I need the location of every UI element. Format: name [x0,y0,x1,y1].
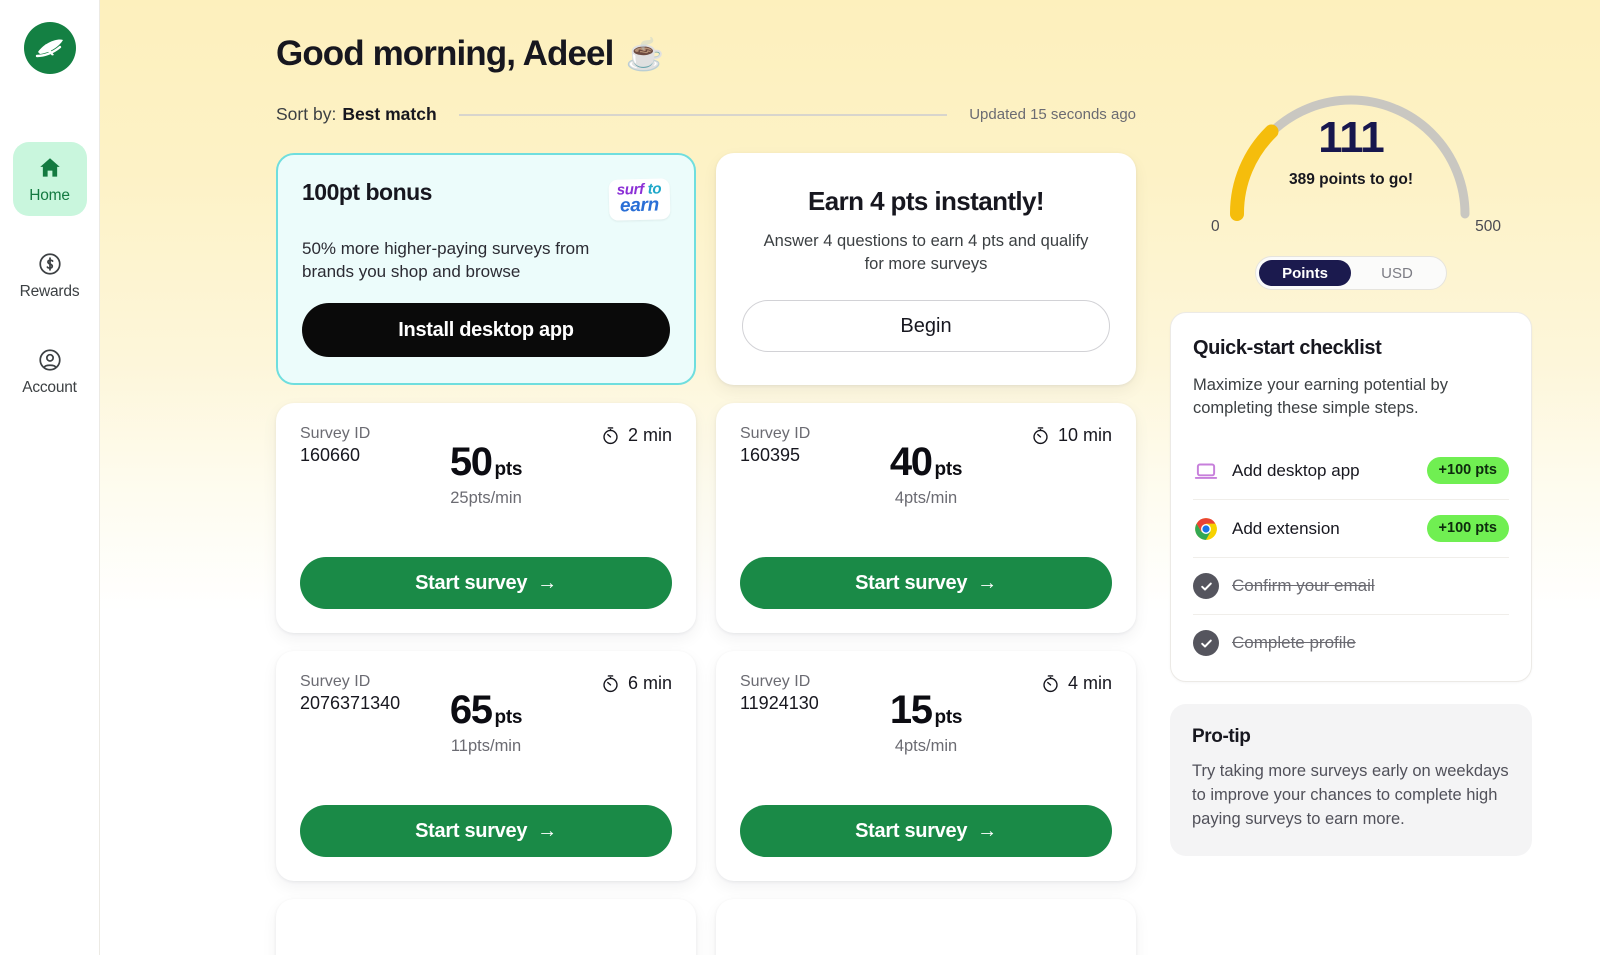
user-circle-icon [38,349,61,371]
bonus-subtitle: 50% more higher-paying surveys from bran… [302,239,590,282]
toggle-option-usd[interactable]: USD [1351,260,1443,286]
checklist-item-label: Add desktop app [1232,460,1360,480]
greeting-text: Good morning, Adeel [276,34,614,73]
survey-points-suffix: pts [494,459,523,480]
start-survey-button[interactable]: Start survey → [300,557,672,609]
survey-points-suffix: pts [934,707,963,728]
checklist-item-label: Confirm your email [1232,576,1375,596]
survey-card [716,899,1136,955]
checklist-item-badge: +100 pts [1426,457,1509,485]
protip-body: Try taking more surveys early on weekday… [1192,762,1509,829]
bonus-card: 100pt bonus surf to earn 50% more higher… [276,153,696,385]
checklist-subtitle: Maximize your earning potential by compl… [1193,376,1448,418]
start-survey-label: Start survey [415,571,528,594]
sidebar-right: 111 389 points to go! 0 500 Points USD Q… [1170,34,1532,955]
start-survey-label: Start survey [415,819,528,842]
start-survey-button[interactable]: Start survey → [740,805,1112,857]
sidebar-item-label: Home [29,187,70,204]
survey-rate: 4pts/min [894,489,958,507]
main-content: Good morning, Adeel ☕ Sort by: Best matc… [100,0,1600,955]
dollar-circle-icon [38,253,61,275]
sidebar-item-label: Account [22,379,77,396]
page-title: Good morning, Adeel ☕ [276,34,1136,74]
badge-earn-text: earn [620,194,660,217]
chrome-icon [1195,517,1217,540]
gauge-max-label: 500 [1475,218,1501,235]
checklist-item-label: Add extension [1232,518,1340,538]
coffee-emoji-icon: ☕ [625,36,664,72]
survey-points: 15 [889,688,933,732]
checklist-item-complete-profile[interactable]: Complete profile [1193,614,1509,671]
survey-rate: 11pts/min [450,737,522,755]
start-survey-label: Start survey [855,571,968,594]
earn-title: Earn 4 pts instantly! [808,185,1045,216]
arrow-right-icon: → [537,819,557,842]
checklist-item-confirm-email[interactable]: Confirm your email [1193,557,1509,614]
survey-card: Survey ID 2076371340 6 min 65 pts 11pts/… [276,651,696,881]
sort-bar: Sort by: Best match Updated 15 seconds a… [276,104,1136,125]
protip-title: Pro-tip [1192,726,1251,748]
install-desktop-app-button[interactable]: Install desktop app [302,303,670,357]
surf-to-earn-badge-icon: surf to earn [608,178,671,222]
earn-subtitle: Answer 4 questions to earn 4 pts and qua… [763,231,1089,273]
survey-card: Survey ID 160660 2 min 50 pts 25pts/min … [276,403,696,633]
sort-divider [458,113,948,116]
survey-points: 50 [449,440,493,484]
gauge-value: 111 [1318,113,1385,162]
sidebar-item-account[interactable]: Account [13,334,87,408]
app-root: Home Rewards Account Good morning, Adeel… [0,0,1600,955]
points-gauge: 111 389 points to go! 0 500 [1201,38,1501,250]
survey-rate: 4pts/min [894,737,958,755]
survey-rate: 25pts/min [450,489,522,507]
check-circle-icon [1193,630,1219,657]
sort-value[interactable]: Best match [342,104,436,125]
check-circle-icon [1193,573,1219,600]
sidebar-item-label: Rewards [19,283,80,300]
survey-card: Survey ID 160395 10 min 40 pts 4pts/min … [716,403,1136,633]
survey-card: Survey ID 11924130 4 min 15 pts 4pts/min… [716,651,1136,881]
updated-status: Updated 15 seconds ago [969,106,1136,123]
surveys-column: Good morning, Adeel ☕ Sort by: Best matc… [276,34,1136,955]
arrow-right-icon: → [977,819,997,842]
bonus-title: 100pt bonus [302,179,432,205]
brand-logo[interactable] [23,22,76,74]
survey-points-suffix: pts [934,459,963,480]
sidebar-item-home[interactable]: Home [12,142,87,216]
checklist-items: Add desktop app +100 pts Add extension +… [1193,442,1509,671]
gauge-remaining-label: 389 points to go! [1289,171,1413,188]
survey-card [276,899,696,955]
quick-start-checklist-panel: Quick-start checklist Maximize your earn… [1170,312,1532,683]
start-survey-button[interactable]: Start survey → [300,805,672,857]
sidebar: Home Rewards Account [0,0,100,955]
checklist-title: Quick-start checklist [1193,337,1382,359]
checklist-item-label: Complete profile [1232,633,1356,653]
toggle-option-points[interactable]: Points [1259,260,1351,286]
protip-card: Pro-tip Try taking more surveys early on… [1170,704,1532,856]
earn-instantly-card: Earn 4 pts instantly! Answer 4 questions… [716,153,1136,385]
checklist-item-desktop-app[interactable]: Add desktop app +100 pts [1193,442,1509,499]
plane-swoosh-logo-icon [35,39,63,58]
sort-label: Sort by: [276,104,337,124]
start-survey-label: Start survey [855,819,968,842]
begin-button[interactable]: Begin [742,300,1110,353]
currency-toggle[interactable]: Points USD [1255,256,1447,290]
arrow-right-icon: → [537,571,557,594]
checklist-item-extension[interactable]: Add extension +100 pts [1193,499,1509,557]
sidebar-item-rewards[interactable]: Rewards [13,238,87,312]
start-survey-button[interactable]: Start survey → [740,557,1112,609]
laptop-icon [1194,463,1218,479]
survey-points-suffix: pts [494,707,523,728]
arrow-right-icon: → [977,571,997,594]
home-icon [39,158,60,177]
gauge-min-label: 0 [1211,218,1220,235]
survey-points: 40 [889,440,933,484]
survey-points: 65 [449,688,493,732]
checklist-item-badge: +100 pts [1426,515,1509,543]
cards-grid: 100pt bonus surf to earn 50% more higher… [276,153,1136,955]
